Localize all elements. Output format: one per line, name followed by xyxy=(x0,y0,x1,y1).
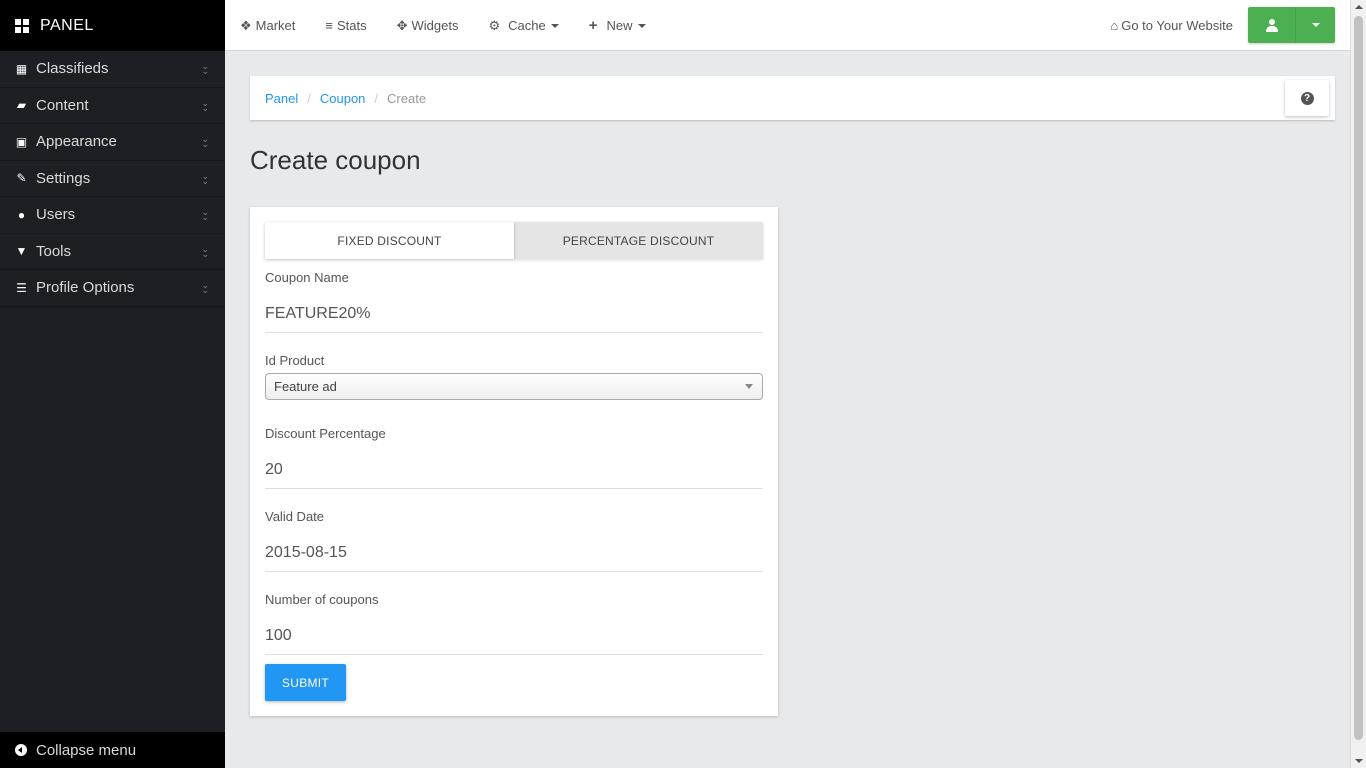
sidebar-item-content[interactable]: ▰ Content ⌄ ⌄ xyxy=(0,88,225,124)
discount-percentage-label: Discount Percentage xyxy=(265,426,386,441)
user-icon xyxy=(1265,18,1278,32)
bars-icon: ≡ xyxy=(325,18,333,33)
sidebar-item-label: Appearance xyxy=(36,133,117,151)
brand-label: PANEL xyxy=(40,16,94,34)
discount-type-tabs: FIXED DISCOUNT PERCENTAGE DISCOUNT xyxy=(265,222,763,259)
nav-cache-dropdown[interactable]: ⚙ Cache xyxy=(473,0,573,51)
collapse-menu-button[interactable]: Collapse menu xyxy=(0,732,225,768)
scroll-down-arrow-icon[interactable] xyxy=(1355,759,1363,763)
sidebar-item-users[interactable]: ● Users ⌄ ⌄ xyxy=(0,197,225,234)
sidebar-item-label: Tools xyxy=(36,242,72,260)
chevron-down-icon: ⌄ ⌄ xyxy=(201,207,209,222)
coupon-name-field-group: Coupon Name FEATURE20% xyxy=(265,270,763,333)
plus-icon: + xyxy=(588,17,598,34)
arrow-circle-left-icon xyxy=(15,744,27,756)
chevron-down-icon: ⌄ ⌄ xyxy=(201,61,209,76)
sidebar-item-label: Profile Options xyxy=(36,279,135,297)
sidebar-item-tools[interactable]: ▼ Tools ⌄ ⌄ xyxy=(0,234,225,270)
sidebar-item-label: Settings xyxy=(36,169,91,187)
sidebar: PANEL ▦ Classifieds ⌄ ⌄ ▰ Content ⌄ ⌄ ▣ Ap… xyxy=(0,0,225,768)
sidebar-item-appearance[interactable]: ▣ Appearance ⌄ ⌄ xyxy=(0,124,225,161)
go-to-website-link[interactable]: ⌂ Go to Your Website xyxy=(1110,0,1233,51)
go-to-website-label: Go to Your Website xyxy=(1121,18,1233,33)
dashboard-grid-icon xyxy=(15,18,29,33)
submit-button[interactable]: SUBMIT xyxy=(265,664,346,701)
home-icon: ⌂ xyxy=(1110,18,1119,33)
sidebar-item-classifieds[interactable]: ▦ Classifieds ⌄ ⌄ xyxy=(0,51,225,88)
sidebar-item-label: Users xyxy=(36,206,76,224)
number-of-coupons-label: Number of coupons xyxy=(265,592,379,607)
chevron-down-icon: ⌄ ⌄ xyxy=(201,134,209,149)
page-scrollbar[interactable] xyxy=(1350,0,1366,768)
chevron-down-icon: ⌄ ⌄ xyxy=(201,97,209,113)
filter-icon: ▼ xyxy=(15,244,28,259)
coupon-form-card: FIXED DISCOUNT PERCENTAGE DISCOUNT Coupo… xyxy=(250,207,778,716)
chevron-down-icon xyxy=(745,384,753,389)
user-menu-button-group xyxy=(1248,7,1335,43)
chevron-down-icon: ⌄ ⌄ xyxy=(201,243,209,259)
valid-date-label: Valid Date xyxy=(265,509,325,524)
grid-icon: ▦ xyxy=(15,61,28,76)
nav-new-dropdown[interactable]: + New xyxy=(574,0,661,51)
number-of-coupons-input[interactable]: 100 xyxy=(265,618,763,655)
id-product-selected-value: Feature ad xyxy=(274,379,337,394)
folder-open-icon: ▰ xyxy=(16,98,27,113)
breadcrumb-separator: / xyxy=(374,90,379,106)
help-button[interactable]: ? xyxy=(1285,80,1329,116)
coupon-name-label: Coupon Name xyxy=(265,270,349,285)
page-title: Create coupon xyxy=(250,145,421,175)
breadcrumb-separator: / xyxy=(307,90,311,106)
id-product-select[interactable]: Feature ad xyxy=(265,373,763,400)
breadcrumb-link-panel[interactable]: Panel xyxy=(265,91,298,106)
scrollbar-thumb[interactable] xyxy=(1354,16,1363,740)
breadcrumb: Panel / Coupon / Create ? xyxy=(250,76,1335,120)
nav-widgets[interactable]: ✥ Widgets xyxy=(382,0,474,51)
user-button[interactable] xyxy=(1248,7,1295,43)
caret-down-icon xyxy=(637,23,646,28)
scroll-up-arrow-icon[interactable] xyxy=(1355,5,1363,9)
breadcrumb-current: Create xyxy=(387,90,427,106)
breadcrumb-link-coupon[interactable]: Coupon xyxy=(320,91,366,106)
nav-label: New xyxy=(606,18,633,33)
nav-label: Cache xyxy=(508,18,546,33)
nav-market[interactable]: ❖ Market xyxy=(225,0,310,51)
nav-stats[interactable]: ≡ Stats xyxy=(310,0,381,51)
question-circle-icon: ? xyxy=(1300,91,1314,105)
tab-fixed-discount[interactable]: FIXED DISCOUNT xyxy=(265,222,514,259)
caret-down-icon xyxy=(1311,23,1320,27)
coupon-name-input[interactable]: FEATURE20% xyxy=(265,296,763,333)
list-icon: ☰ xyxy=(16,280,27,295)
number-of-coupons-field-group: Number of coupons 100 xyxy=(265,592,763,655)
cubes-icon: ❖ xyxy=(240,17,252,33)
top-navbar: ❖ Market ≡ Stats ✥ Widgets ⚙ Cache + New… xyxy=(225,0,1350,51)
collapse-menu-label: Collapse menu xyxy=(36,741,137,759)
gear-icon: ⚙ xyxy=(488,17,501,33)
wrench-icon: ✎ xyxy=(16,171,27,186)
sidebar-item-label: Classifieds xyxy=(36,60,109,78)
discount-percentage-input[interactable]: 20 xyxy=(265,452,763,489)
sidebar-item-profile-options[interactable]: ☰ Profile Options ⌄ ⌄ xyxy=(0,270,225,307)
tab-percentage-discount[interactable]: PERCENTAGE DISCOUNT xyxy=(514,222,763,259)
id-product-field-group: Id Product Feature ad xyxy=(265,353,763,400)
nav-label: Market xyxy=(255,18,296,33)
nav-label: Stats xyxy=(336,18,367,33)
discount-percentage-field-group: Discount Percentage 20 xyxy=(265,426,763,489)
brand[interactable]: PANEL xyxy=(0,0,225,51)
user-dropdown-toggle[interactable] xyxy=(1295,7,1335,43)
chevron-down-icon: ⌄ ⌄ xyxy=(201,280,209,295)
sidebar-nav: ▦ Classifieds ⌄ ⌄ ▰ Content ⌄ ⌄ ▣ Appearan… xyxy=(0,51,225,307)
nav-label: Widgets xyxy=(411,18,459,33)
id-product-label: Id Product xyxy=(265,353,325,368)
chevron-down-icon: ⌄ ⌄ xyxy=(201,170,209,186)
user-icon: ● xyxy=(17,207,26,222)
valid-date-field-group: Valid Date 2015-08-15 xyxy=(265,509,763,572)
valid-date-input[interactable]: 2015-08-15 xyxy=(265,535,763,572)
image-icon: ▣ xyxy=(15,134,28,149)
caret-down-icon xyxy=(550,23,559,28)
sidebar-item-settings[interactable]: ✎ Settings ⌄ ⌄ xyxy=(0,161,225,197)
sidebar-item-label: Content xyxy=(36,96,89,114)
move-icon: ✥ xyxy=(396,17,408,33)
top-nav: ❖ Market ≡ Stats ✥ Widgets ⚙ Cache + New xyxy=(225,0,661,51)
